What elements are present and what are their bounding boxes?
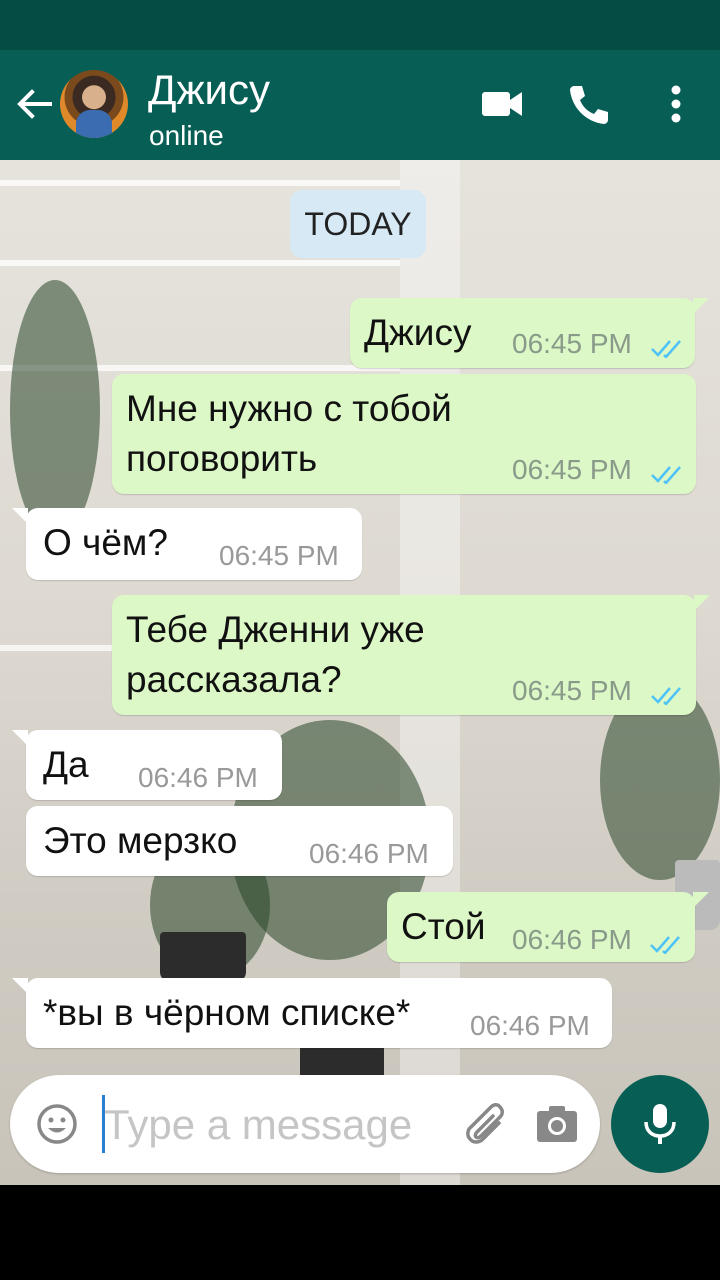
bubble-tail xyxy=(12,978,28,994)
avatar[interactable] xyxy=(60,70,128,138)
chat-wallpaper: TODAY Джису 06:45 PM Мне нужно с тобой п… xyxy=(0,160,720,1185)
message-bubble-outgoing[interactable]: Мне нужно с тобой поговорить 06:45 PM xyxy=(112,374,696,494)
message-time: 06:45 PM xyxy=(512,454,632,485)
wallpaper-pot xyxy=(160,932,246,982)
bubble-tail xyxy=(693,892,709,908)
message-text: О чём? xyxy=(43,522,168,563)
read-receipt-icon xyxy=(651,687,681,705)
message-bubble-incoming[interactable]: Это мерзко 06:46 PM xyxy=(26,806,453,876)
phone-icon[interactable] xyxy=(564,80,612,128)
message-text: Мне нужно с тобой поговорить xyxy=(126,388,452,479)
message-time: 06:45 PM xyxy=(219,540,339,571)
read-receipt-icon xyxy=(650,936,680,954)
date-divider: TODAY xyxy=(290,190,426,258)
video-call-icon[interactable] xyxy=(478,80,526,128)
message-text: Тебе Дженни уже рассказала? xyxy=(126,609,425,700)
message-text: Это мерзко xyxy=(43,820,238,861)
bubble-tail xyxy=(12,508,28,524)
bubble-tail xyxy=(694,595,710,611)
message-bubble-incoming[interactable]: *вы в чёрном списке* 06:46 PM xyxy=(12,978,612,1048)
wallpaper-plant xyxy=(10,280,100,540)
message-text: Стой xyxy=(401,906,486,947)
more-vert-icon[interactable] xyxy=(652,80,700,128)
message-time: 06:45 PM xyxy=(512,328,632,359)
message-bubble-outgoing[interactable]: Джису 06:45 PM xyxy=(350,298,709,368)
read-receipt-icon xyxy=(651,340,681,358)
message-time: 06:46 PM xyxy=(470,1010,590,1041)
system-nav-bar xyxy=(0,1185,720,1280)
message-bubble-incoming[interactable]: О чём? 06:45 PM xyxy=(12,508,362,580)
message-text: Да xyxy=(43,744,89,785)
status-bar xyxy=(0,0,720,50)
attach-icon[interactable] xyxy=(465,1101,509,1147)
mic-button[interactable] xyxy=(611,1075,709,1173)
chat-header: Джису online xyxy=(0,50,720,160)
message-input[interactable]: Type a message xyxy=(104,1101,412,1149)
contact-status: online xyxy=(149,120,224,151)
message-bubble-outgoing[interactable]: Стой 06:46 PM xyxy=(387,892,709,962)
message-composer: Type a message xyxy=(10,1075,600,1173)
bubble-tail xyxy=(693,298,709,314)
message-bubble-outgoing[interactable]: Тебе Дженни уже рассказала? 06:45 PM xyxy=(112,595,710,715)
message-time: 06:46 PM xyxy=(512,924,632,955)
mic-icon xyxy=(644,1104,676,1144)
camera-icon[interactable] xyxy=(534,1103,580,1145)
message-text: Джису xyxy=(364,312,472,353)
read-receipt-icon xyxy=(651,466,681,484)
back-arrow-icon[interactable] xyxy=(14,84,54,124)
message-time: 06:46 PM xyxy=(309,838,429,869)
wallpaper-shelf xyxy=(0,180,400,186)
message-time: 06:46 PM xyxy=(138,762,258,793)
contact-name[interactable]: Джису xyxy=(148,66,270,114)
wallpaper-shelf xyxy=(0,260,400,266)
message-bubble-incoming[interactable]: Да 06:46 PM xyxy=(12,730,282,800)
bubble-tail xyxy=(12,730,28,746)
emoji-icon[interactable] xyxy=(36,1103,78,1145)
message-time: 06:45 PM xyxy=(512,675,632,706)
message-text: *вы в чёрном списке* xyxy=(43,992,411,1033)
